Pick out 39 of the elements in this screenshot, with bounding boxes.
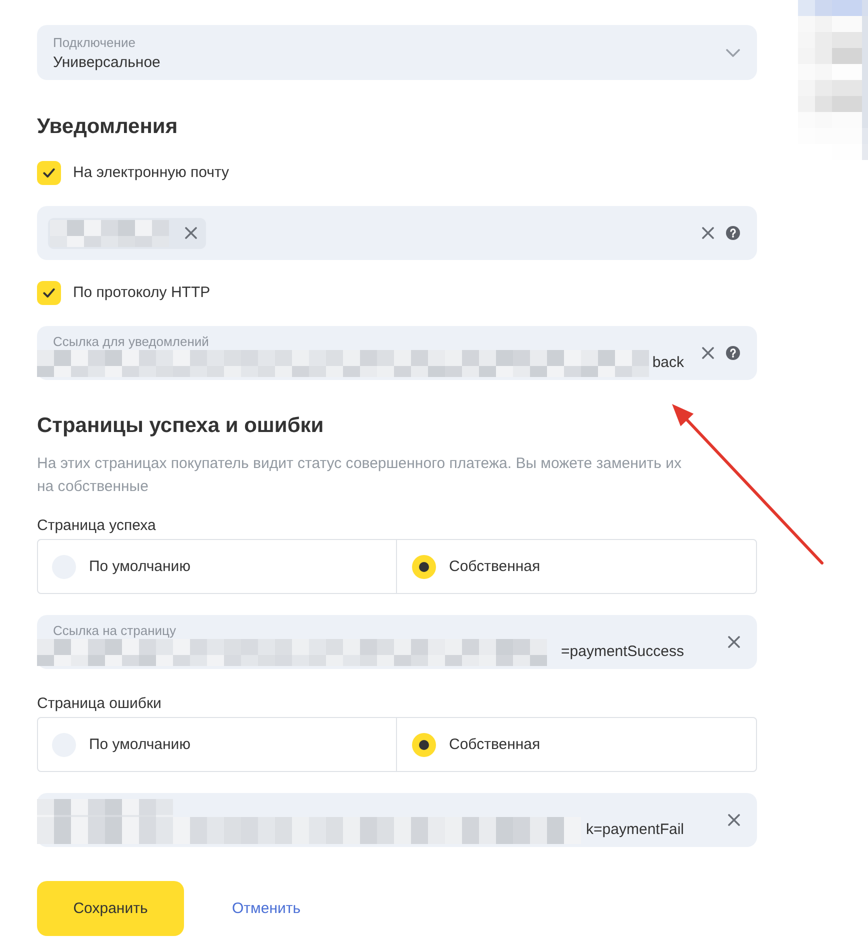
radio-label[interactable]: По умолчанию — [89, 734, 190, 754]
section-title: Уведомления — [37, 114, 179, 140]
connection-select[interactable]: Подключение Универсальное — [37, 25, 757, 80]
checkbox-label[interactable]: На электронную почту — [73, 163, 230, 183]
group-label: Страница ошибки — [37, 694, 162, 714]
help-icon[interactable] — [726, 346, 740, 360]
field-value: =paymentSuccess — [561, 642, 684, 662]
checkmark-icon — [43, 168, 55, 178]
radio-button[interactable] — [412, 732, 436, 756]
input-field[interactable]: Ссылка для уведомлений back — [37, 326, 757, 380]
field-label: Подключение — [53, 34, 136, 50]
checkbox[interactable] — [37, 161, 61, 185]
field-value: k=paymentFail — [586, 820, 684, 840]
group-label: Страница успеха — [37, 516, 157, 536]
checkmark-icon — [43, 288, 55, 298]
radio-label[interactable]: По умолчанию — [89, 556, 190, 576]
save-button[interactable]: Сохранить — [37, 881, 184, 936]
cancel-link[interactable]: Отменить — [232, 898, 301, 918]
help-icon[interactable] — [726, 226, 740, 240]
radio-label[interactable]: Собственная — [449, 734, 540, 754]
remove-icon[interactable] — [185, 227, 197, 239]
chevron-down-icon — [726, 48, 740, 56]
field-value: back — [652, 353, 684, 373]
input-field[interactable] — [37, 206, 757, 260]
checkbox[interactable] — [37, 281, 61, 305]
section-title: Страницы успеха и ошибки — [37, 413, 325, 439]
clear-icon[interactable] — [702, 227, 714, 239]
radio-label[interactable]: Собственная — [449, 556, 540, 576]
clear-icon[interactable] — [702, 347, 714, 359]
checkbox-label[interactable]: По протоколу HTTP — [73, 283, 210, 303]
select-value: Универсальное — [53, 52, 162, 72]
input-field[interactable]: k=paymentFail — [37, 793, 757, 847]
description-text: На этих страницах покупатель видит статус совершенного платежа. Вы можете заменить их на собственные — [37, 454, 682, 497]
input-field[interactable]: Ссылка на страницу =paymentSuccess — [37, 615, 757, 669]
radio-button[interactable] — [412, 554, 436, 578]
clear-icon[interactable] — [728, 814, 740, 826]
clear-icon[interactable] — [728, 636, 740, 648]
field-label: Ссылка на страницу — [53, 623, 177, 639]
field-label: Ссылка для уведомлений — [53, 334, 210, 350]
